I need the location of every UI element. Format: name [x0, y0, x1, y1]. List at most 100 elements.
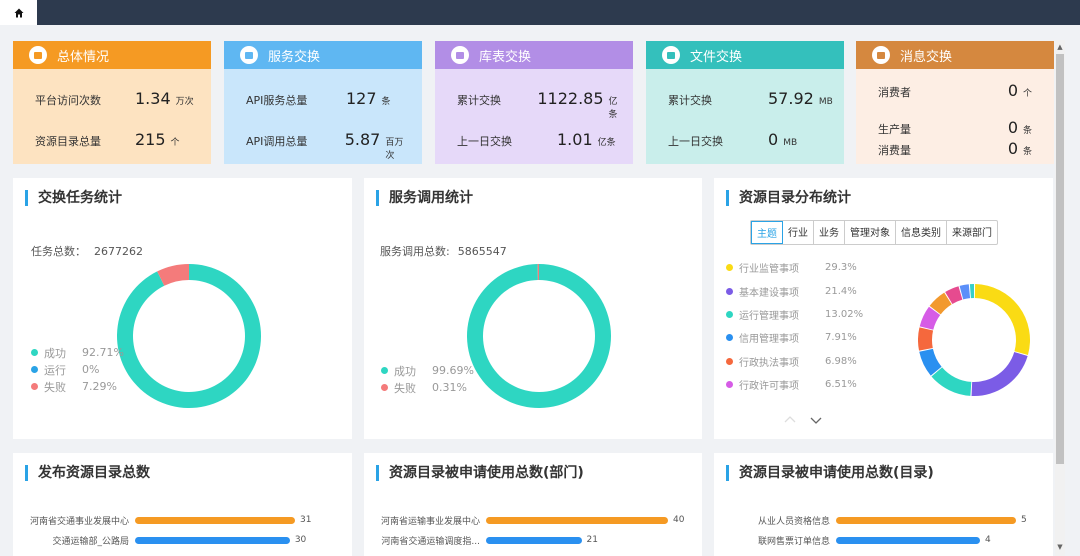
bar[interactable] — [836, 516, 1016, 524]
card-row-label: 上一日交换 — [457, 135, 512, 148]
legend-item[interactable]: 运行 0% — [31, 361, 124, 378]
task-total-label: 任务总数： — [31, 245, 86, 258]
card-header: 文件交换 — [646, 41, 844, 69]
legend-dot-icon — [31, 383, 38, 390]
card-row: 累计交换 57.92 MB — [668, 89, 834, 108]
legend-item[interactable]: 运行管理事项 13.02% — [726, 303, 863, 326]
card-row: 累计交换 1122.85 亿条 — [457, 89, 623, 120]
dist-tab-6[interactable]: 来源部门 — [947, 221, 997, 244]
legend-pct: 13.02% — [825, 308, 864, 320]
legend-name: 成功 — [394, 364, 416, 378]
bar-value: 30 — [294, 535, 307, 545]
dist-tab-3[interactable]: 业务 — [814, 221, 845, 244]
panel-title: 交换任务统计 — [25, 190, 122, 206]
panel-title: 服务调用统计 — [376, 190, 473, 206]
card-row-value: 215 — [135, 130, 166, 149]
overview-card: 总体情况 平台访问次数 1.34 万次 资源目录总量 215 个 — [13, 41, 211, 164]
legend-name: 运行 — [44, 363, 66, 377]
legend-item[interactable]: 成功 99.69% — [381, 362, 474, 379]
card-row: 平台访问次数 1.34 万次 — [35, 89, 201, 108]
card-row-unit: 条 — [1023, 147, 1033, 157]
database-icon — [451, 46, 469, 64]
legend-item[interactable]: 行政执法事项 6.98% — [726, 350, 863, 373]
top-bar — [0, 0, 1080, 25]
legend-item[interactable]: 失败 7.29% — [31, 378, 124, 395]
service-legend: 成功 99.69% 失败 0.31% — [381, 362, 474, 396]
card-row-unit: MB — [818, 97, 833, 107]
card-row-value: 1.01 — [557, 130, 593, 149]
legend-item[interactable]: 信用管理事项 7.91% — [726, 326, 863, 349]
catalog-apply-bars: 从业人员资格信息 5 联网售票订单信息 4 — [714, 510, 1053, 550]
chevron-down-icon[interactable] — [810, 410, 822, 424]
bar[interactable] — [486, 536, 582, 544]
card-row: 上一日交换 1.01 亿条 — [457, 130, 623, 149]
card-row-unit: 亿条 — [608, 97, 618, 120]
bar[interactable] — [135, 516, 295, 524]
card-row-value: 0 — [1007, 118, 1018, 137]
legend-pct: 21.4% — [825, 285, 857, 297]
dept-apply-panel: 资源目录被申请使用总数(部门) 河南省运输事业发展中心 40 河南省交通运输调度指.… — [364, 453, 702, 556]
donut-slice-category-1[interactable] — [974, 284, 1030, 355]
card-row-value: 127 — [346, 89, 377, 108]
bar-row: 从业人员资格信息 5 — [714, 510, 1053, 530]
bar-label: 河南省交通运输调度指... — [381, 536, 480, 547]
card-row-value: 0 — [1007, 139, 1018, 158]
dist-tab-5[interactable]: 信息类别 — [896, 221, 947, 244]
scrollbar[interactable]: ▲ ▼ — [1055, 40, 1065, 556]
card-row-label: 上一日交换 — [668, 135, 723, 148]
home-tab[interactable] — [0, 0, 37, 25]
legend-dot-icon — [31, 366, 38, 373]
legend-item[interactable]: 行政许可事项 6.51% — [726, 373, 863, 396]
publish-bars: 河南省交通事业发展中心 31 交通运输部_公路局 30 — [13, 510, 352, 550]
scroll-down-arrow-icon[interactable]: ▼ — [1056, 542, 1064, 552]
legend-dot-icon — [726, 287, 733, 295]
card-row: 资源目录总量 215 个 — [35, 130, 201, 149]
legend-dot-icon — [381, 384, 388, 391]
legend-pct: 92.71% — [82, 346, 124, 359]
legend-pct: 7.29% — [82, 380, 117, 393]
dist-tab-1[interactable]: 主题 — [751, 221, 783, 244]
donut-slice-category-5[interactable] — [918, 327, 934, 351]
scroll-up-arrow-icon[interactable]: ▲ — [1056, 42, 1064, 52]
card-row-unit: 百万次 — [385, 138, 404, 161]
donut-slice-other-4[interactable] — [969, 284, 974, 299]
card-row-unit: 个 — [1023, 89, 1033, 99]
card-title: 消息交换 — [900, 49, 953, 65]
donut-slice-success[interactable] — [117, 264, 261, 408]
card-row: 生产量 0 条 — [878, 118, 1044, 137]
task-total: 任务总数： 2677262 — [31, 243, 143, 259]
legend-name: 基本建设事项 — [739, 287, 799, 299]
legend-pct: 6.98% — [825, 355, 857, 367]
legend-dot-icon — [31, 349, 38, 356]
bar[interactable] — [836, 536, 980, 544]
card-row-unit: 万次 — [175, 97, 194, 107]
legend-dot-icon — [726, 310, 733, 318]
card-header: 消息交换 — [856, 41, 1054, 69]
resource-dist-panel: 资源目录分布统计 主题 行业 业务 管理对象 信息类别 来源部门 行业监管事项 29.3% 基… — [714, 178, 1053, 439]
legend-item[interactable]: 失败 0.31% — [381, 379, 474, 396]
legend-item[interactable]: 成功 92.71% — [31, 344, 124, 361]
card-header: 服务交换 — [224, 41, 422, 69]
dist-tabs: 主题 行业 业务 管理对象 信息类别 来源部门 — [750, 220, 998, 245]
card-row-label: 生产量 — [878, 123, 911, 136]
card-row-label: 累计交换 — [668, 94, 712, 107]
donut-slice-category-3[interactable] — [931, 367, 972, 396]
chevron-up-icon[interactable] — [784, 408, 796, 423]
publish-count-panel: 发布资源目录总数 河南省交通事业发展中心 31 交通运输部_公路局 30 — [13, 453, 352, 556]
scroll-thumb[interactable] — [1056, 54, 1064, 464]
donut-slice-category-2[interactable] — [971, 352, 1028, 396]
dist-tab-2[interactable]: 行业 — [783, 221, 814, 244]
card-row-unit: 个 — [170, 138, 180, 148]
card-row: 上一日交换 0 MB — [668, 130, 834, 149]
card-row-label: 消费者 — [878, 86, 911, 99]
dist-tab-4[interactable]: 管理对象 — [845, 221, 896, 244]
bar[interactable] — [486, 516, 668, 524]
donut-slice-success[interactable] — [467, 264, 611, 408]
table-exchange-card: 库表交换 累计交换 1122.85 亿条 上一日交换 1.01 亿条 — [435, 41, 633, 164]
legend-pct: 29.3% — [825, 262, 857, 274]
legend-item[interactable]: 行业监管事项 29.3% — [726, 256, 863, 279]
bar-value: 31 — [300, 515, 312, 525]
card-row-unit: 条 — [1023, 126, 1033, 136]
legend-item[interactable]: 基本建设事项 21.4% — [726, 279, 863, 302]
bar[interactable] — [135, 536, 290, 544]
